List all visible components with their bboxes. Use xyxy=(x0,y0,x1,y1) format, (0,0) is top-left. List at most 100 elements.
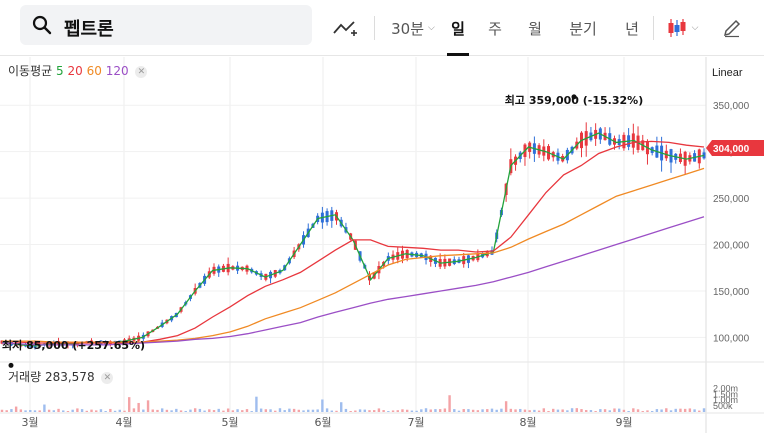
ma-line-20 xyxy=(1,140,705,344)
volume-bar xyxy=(208,409,211,412)
volume-bar xyxy=(391,410,395,412)
volume-bar xyxy=(236,409,239,412)
volume-bar xyxy=(269,409,272,412)
volume-bar xyxy=(217,408,220,412)
volume-bar xyxy=(552,408,555,412)
volume-bar xyxy=(646,410,649,412)
volume-bar xyxy=(702,408,706,412)
volume-bar xyxy=(38,410,41,412)
low-annotation: 최저 85,000 (+257.65%) xyxy=(2,338,145,352)
volume-bar xyxy=(363,409,366,412)
y-tick-label: 350,000 xyxy=(713,101,750,112)
volume-bar xyxy=(589,410,593,412)
volume-bar xyxy=(622,409,626,412)
volume-bar xyxy=(585,410,588,412)
x-tick-label: 6월 xyxy=(314,416,331,429)
volume-bar xyxy=(683,408,687,412)
volume-bar xyxy=(438,409,442,412)
volume-bar xyxy=(476,410,480,412)
volume-bar xyxy=(660,409,663,412)
volume-bar xyxy=(486,409,489,412)
volume-bar xyxy=(245,409,249,412)
volume-bar xyxy=(636,409,640,412)
volume-bar xyxy=(471,409,475,412)
volume-bar xyxy=(679,408,682,412)
volume-bar xyxy=(617,408,621,412)
volume-bar xyxy=(415,410,418,412)
volume-bar xyxy=(382,410,385,412)
volume-bar xyxy=(467,409,470,412)
current-price-label: 304,000 xyxy=(713,144,750,155)
volume-legend[interactable]: 거래량 283,578 ✕ xyxy=(8,368,114,385)
volume-bar xyxy=(137,402,140,412)
close-icon[interactable]: ✕ xyxy=(101,372,114,384)
volume-bar xyxy=(688,408,692,412)
volume-bar xyxy=(325,408,329,412)
volume-bar xyxy=(109,408,112,412)
volume-bar xyxy=(528,410,531,412)
x-tick-label: 8월 xyxy=(519,416,536,429)
volume-bar xyxy=(128,397,131,412)
volume-bar xyxy=(80,409,84,412)
x-tick-label: 7월 xyxy=(407,416,424,429)
volume-tick-label: 500k xyxy=(713,401,733,411)
volume-legend-title: 거래량 xyxy=(8,370,42,384)
volume-bar xyxy=(358,409,362,412)
volume-bar xyxy=(655,409,659,412)
volume-bar xyxy=(198,408,202,412)
volume-bar xyxy=(302,410,305,412)
volume-bar xyxy=(453,409,456,412)
ma20-legend: 20 xyxy=(67,64,83,78)
volume-bar xyxy=(504,401,508,412)
volume-bar xyxy=(259,408,263,412)
close-icon[interactable]: ✕ xyxy=(135,66,148,78)
volume-bar xyxy=(85,410,89,412)
volume-bar xyxy=(580,409,583,412)
ma-legend-title: 이동평균 xyxy=(8,64,53,78)
volume-bar xyxy=(90,409,93,412)
volume-bar xyxy=(523,409,527,412)
scale-mode-label[interactable]: Linear xyxy=(712,67,743,79)
volume-bar xyxy=(457,410,461,412)
volume-bar xyxy=(29,410,32,412)
volume-bar xyxy=(274,410,277,412)
volume-bar xyxy=(203,410,206,412)
volume-bar xyxy=(250,411,253,412)
volume-bar xyxy=(556,409,560,412)
volume-bar xyxy=(175,408,178,412)
volume-bar xyxy=(66,411,70,412)
volume-bar xyxy=(193,408,197,412)
volume-bar xyxy=(76,408,79,412)
volume-bar xyxy=(401,409,404,412)
volume-bar xyxy=(151,409,154,412)
volume-bar xyxy=(405,409,409,412)
volume-bar xyxy=(57,408,60,412)
volume-bar xyxy=(641,411,644,412)
volume-bar xyxy=(165,409,169,412)
volume-bar xyxy=(19,409,23,412)
volume-bar xyxy=(330,410,333,412)
volume-bar xyxy=(495,409,498,412)
volume-bar xyxy=(43,404,46,412)
ma120-legend: 120 xyxy=(105,64,129,78)
volume-bar xyxy=(307,409,310,412)
volume-bar xyxy=(292,408,296,412)
ma-line-60 xyxy=(2,167,705,343)
volume-bar xyxy=(420,409,423,412)
volume-bar xyxy=(424,408,428,412)
volume-bar xyxy=(99,409,103,412)
volume-bar xyxy=(24,410,27,412)
volume-bar xyxy=(95,410,98,412)
volume-bar xyxy=(410,410,414,412)
moving-average-legend[interactable]: 이동평균 5 20 60 120 ✕ xyxy=(8,62,148,79)
volume-legend-value: 283,578 xyxy=(44,370,95,384)
volume-bar xyxy=(212,410,216,412)
volume-bar xyxy=(52,410,56,412)
y-tick-label: 200,000 xyxy=(713,241,750,252)
volume-bar xyxy=(575,408,578,412)
volume-bar xyxy=(231,410,235,412)
volume-bar xyxy=(288,408,291,412)
volume-bar xyxy=(570,408,574,412)
volume-bar xyxy=(698,410,701,412)
volume-bar xyxy=(603,409,607,412)
